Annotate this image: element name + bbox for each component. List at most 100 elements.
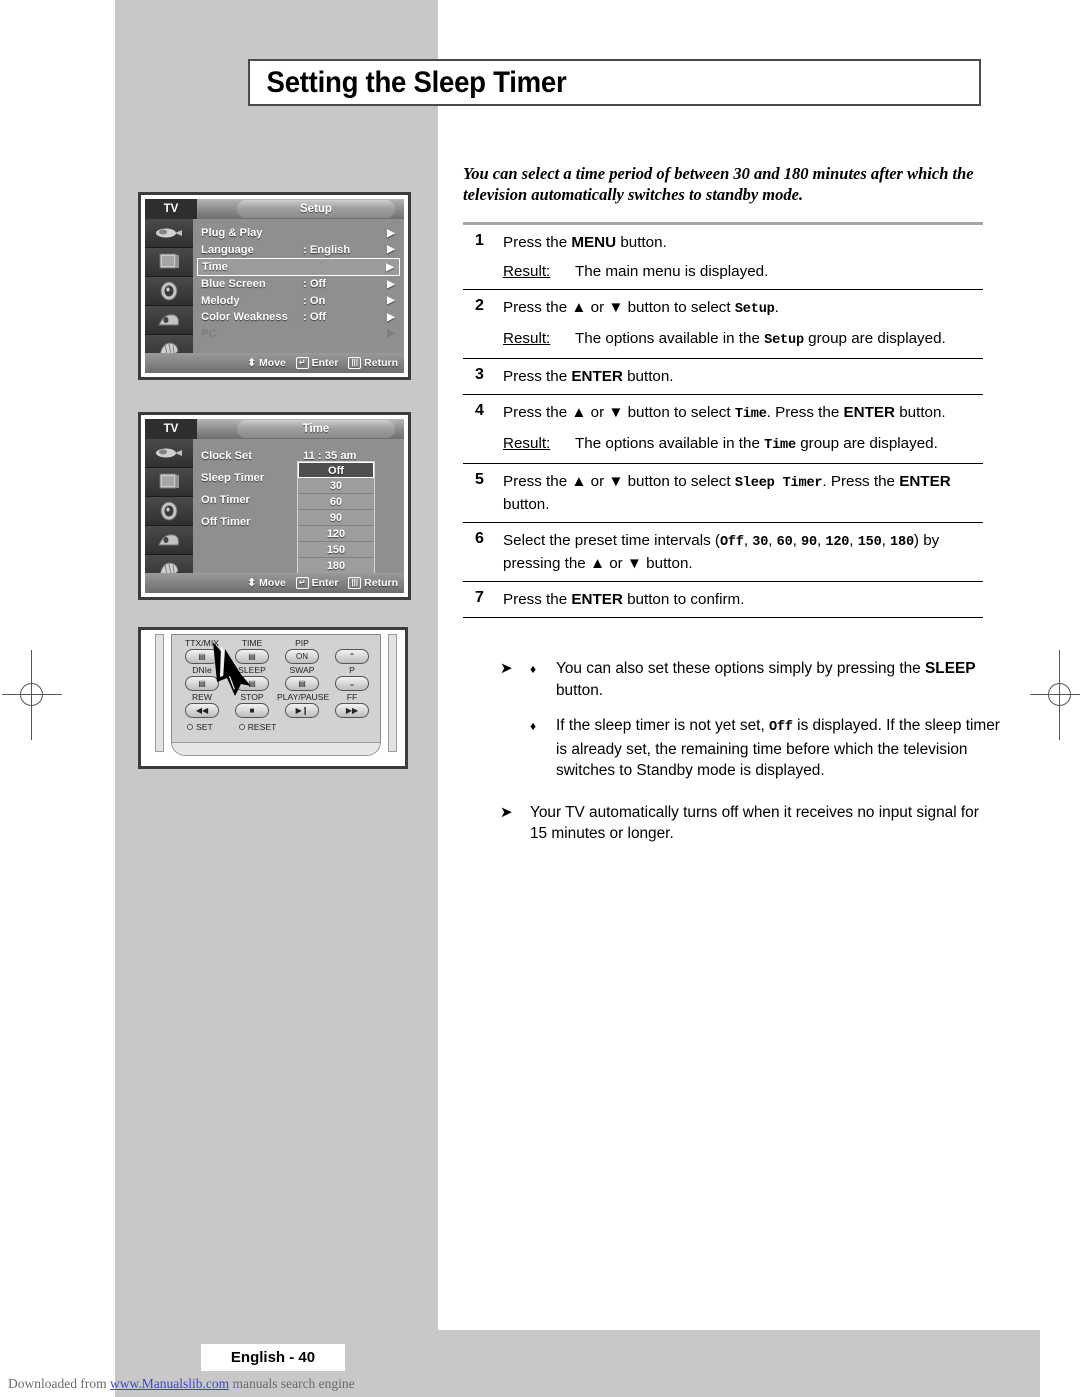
osd-setup-enter[interactable]: ↵ Enter xyxy=(295,357,338,369)
step-item: 3 Press the ENTER button. xyxy=(463,359,983,394)
remote-button-label xyxy=(327,638,377,649)
osd-setup-menu: TV Setup Plug & Play ▶ Language: Englis… xyxy=(138,192,411,380)
step-number: 3 xyxy=(475,366,484,383)
dropdown-option[interactable]: 180 xyxy=(298,558,374,574)
note-text: You can also set these options simply by… xyxy=(556,660,976,699)
step-divider xyxy=(463,617,983,618)
remote-button-key-icon[interactable]: ▶❙ xyxy=(285,703,319,718)
osd-time-return[interactable]: ||| Return xyxy=(348,577,398,589)
chevron-right-icon: ▶ xyxy=(387,311,395,323)
osd-menu-row[interactable]: Language: English ▶ xyxy=(197,242,400,259)
chevron-right-icon: ▶ xyxy=(387,278,395,290)
osd-time-menu: TV Time Clock Set 11: 35 am Sleep Timer… xyxy=(138,412,411,600)
note-item: ➤ Your TV automatically turns off when it… xyxy=(500,802,1000,845)
notes-list: ➤ ♦ You can also set these options simply … xyxy=(500,658,1000,851)
dropdown-option[interactable]: 120 xyxy=(298,526,374,542)
step-item: 7 Press the ENTER button to confirm. xyxy=(463,582,983,617)
reset-dot-icon xyxy=(238,724,245,730)
step-text: Press the ▲ or ▼ button to select Setup.… xyxy=(503,297,983,351)
remote-button[interactable]: FF ▶▶ xyxy=(327,692,377,718)
menu-token: Off xyxy=(769,720,793,735)
osd-row-label: Color Weakness xyxy=(201,311,288,324)
note-marker-icon: ➤ xyxy=(500,660,513,677)
remote-button[interactable]: SWAP ▤ xyxy=(277,665,327,691)
remote-button-key-icon[interactable]: ⌃ xyxy=(335,649,369,664)
remote-button[interactable]: ⌃ xyxy=(327,638,377,664)
set-button[interactable]: SET xyxy=(187,722,213,732)
chevron-right-icon: ▶ xyxy=(387,328,395,340)
page-title: Setting the Sleep Timer xyxy=(266,65,567,99)
osd-row-label: Melody xyxy=(201,294,240,307)
enter-key-icon: ↵ xyxy=(295,577,309,589)
osd-setup-return[interactable]: ||| Return xyxy=(348,357,398,369)
osd-setup-header: TV Setup xyxy=(145,199,404,219)
osd-row-label: Sleep Timer xyxy=(201,472,265,484)
channel-icon[interactable] xyxy=(145,526,193,555)
osd-menu-row[interactable]: Time ▶ xyxy=(197,258,400,276)
remote-button-key-icon[interactable]: ◀◀ xyxy=(185,703,219,718)
result-text: The options available in the Setup group… xyxy=(575,330,946,348)
remote-button-key-icon[interactable]: ■ xyxy=(235,703,269,718)
steps-list: 1 Press the MENU button. Result: The main m… xyxy=(463,222,983,618)
osd-row-value: : English xyxy=(303,243,351,256)
result-label: Result: xyxy=(503,435,551,452)
remote-button[interactable]: P ⌄ xyxy=(327,665,377,691)
dropdown-option[interactable]: 60 xyxy=(298,494,374,510)
reset-button[interactable]: RESET xyxy=(238,722,276,732)
menu-token: Time xyxy=(734,407,767,422)
result-text: The options available in the Time group … xyxy=(575,435,938,453)
menu-token: Setup xyxy=(734,302,775,317)
osd-menu-row[interactable]: Blue Screen: Off ▶ xyxy=(197,276,400,293)
osd-row-label: Blue Screen xyxy=(201,278,266,291)
step-result: Result: The main menu is displayed. xyxy=(503,261,983,282)
remote-button-key-icon[interactable]: ON xyxy=(285,649,319,664)
tv-icon[interactable] xyxy=(145,468,193,497)
osd-menu-row[interactable]: Plug & Play ▶ xyxy=(197,225,400,242)
picture-icon[interactable] xyxy=(145,219,193,248)
note-body: Your TV automatically turns off when it … xyxy=(530,802,1000,845)
note-marker-icon: ➤ xyxy=(500,803,513,821)
dropdown-option[interactable]: 150 xyxy=(298,542,374,558)
step-number: 1 xyxy=(475,232,484,249)
result-text: The main menu is displayed. xyxy=(575,263,769,280)
osd-menu-row[interactable]: PC ▶ xyxy=(197,326,400,343)
menu-token: Time xyxy=(764,438,796,453)
remote-button-key-icon[interactable]: ⌄ xyxy=(335,676,369,691)
button-name: ENTER xyxy=(571,591,623,608)
sleep-timer-dropdown[interactable]: Off 30 60 90 120 150 180 xyxy=(297,461,375,575)
dropdown-option[interactable]: 90 xyxy=(298,510,374,526)
osd-menu-row[interactable]: Melody: On ▶ xyxy=(197,293,400,310)
remote-button-key-icon[interactable]: ▤ xyxy=(285,676,319,691)
remote-button-label: P xyxy=(349,665,355,675)
remote-button-key-icon[interactable]: ▶▶ xyxy=(335,703,369,718)
button-name: ENTER xyxy=(843,404,895,421)
note-bullet: ♦ You can also set these options simply b… xyxy=(530,658,1000,701)
osd-time-move[interactable]: ⬍ Move xyxy=(247,577,286,589)
channel-icon[interactable] xyxy=(145,306,193,335)
osd-menu-row[interactable]: Color Weakness: Off ▶ xyxy=(197,309,400,326)
step-number: 6 xyxy=(475,530,484,547)
sleep-button-pointer-icon xyxy=(213,642,251,696)
osd-row-label: Plug & Play xyxy=(201,227,263,240)
osd-time-title: Time xyxy=(237,420,395,438)
picture-icon[interactable] xyxy=(145,439,193,468)
download-notice: Downloaded from www.Manualslib.com manua… xyxy=(8,1376,608,1392)
step-item: 1 Press the MENU button. Result: The main m… xyxy=(463,225,983,289)
osd-time-tv-label: TV xyxy=(145,419,197,439)
dropdown-option[interactable]: 30 xyxy=(298,478,374,494)
sound-icon[interactable] xyxy=(145,497,193,526)
preset-value: 120 xyxy=(825,535,850,550)
step-text: Select the preset time intervals (Off, 3… xyxy=(503,532,940,572)
remote-button[interactable]: PLAY/PAUSE ▶❙ xyxy=(277,692,329,718)
osd-time-enter[interactable]: ↵ Enter xyxy=(295,577,338,589)
dropdown-option[interactable]: Off xyxy=(298,462,374,478)
remote-button[interactable]: PIP ON xyxy=(277,638,327,664)
tv-icon[interactable] xyxy=(145,248,193,277)
sound-icon[interactable] xyxy=(145,277,193,306)
step-text: Press the ▲ or ▼ button to select Time. … xyxy=(503,402,983,456)
osd-setup-move[interactable]: ⬍ Move xyxy=(247,357,286,369)
osd-setup-footer: ⬍ Move ↵ Enter ||| Return xyxy=(145,353,404,373)
remote-set-reset-row: SET RESET xyxy=(187,722,367,732)
chevron-right-icon: ▶ xyxy=(386,261,394,273)
manualslib-link[interactable]: www.Manualslib.com xyxy=(110,1376,229,1391)
